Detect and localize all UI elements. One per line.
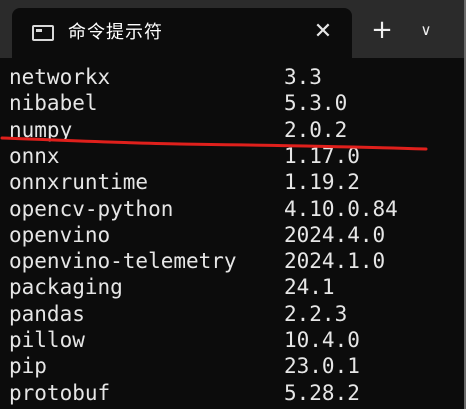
package-name: networkx (9, 65, 111, 89)
package-version: 2024.4.0 (284, 222, 386, 247)
package-version: 1.19.2 (284, 170, 360, 195)
package-name: pandas (9, 301, 85, 326)
package-name: nibabel (9, 91, 98, 116)
package-version: 4.10.0.84 (284, 196, 398, 221)
package-version: 2.2.3 (284, 301, 348, 326)
close-icon[interactable]: ✕ (310, 19, 336, 45)
package-version: 1.17.0 (284, 143, 360, 168)
package-version: 23.0.1 (284, 354, 360, 379)
package-name: opencv-python (9, 196, 174, 221)
package-version: 2024.1.0 (284, 249, 386, 274)
package-version: 2.0.2 (284, 117, 348, 142)
package-version: 24.1 (284, 275, 335, 300)
package-name: protobuf (9, 380, 111, 405)
package-version: 10.4.0 (284, 328, 360, 352)
package-name: pip (9, 354, 47, 379)
terminal-window: 命令提示符 ✕ + ∨ networkx 3.3 nibabel 5.3.0 numpy… (0, 0, 466, 409)
tab-title: 命令提示符 (68, 22, 163, 43)
console-output[interactable]: networkx 3.3 nibabel 5.3.0 numpy 2.0.2 onnx 1.1… (0, 58, 466, 409)
title-bar: 命令提示符 ✕ + ∨ (0, 0, 466, 58)
tab-command-prompt[interactable]: 命令提示符 ✕ (12, 8, 352, 58)
package-name: onnxruntime (9, 170, 149, 195)
package-version: 5.3.0 (284, 91, 348, 116)
package-version: 5.28.2 (284, 380, 360, 405)
new-tab-button[interactable]: + (368, 16, 396, 44)
package-name: onnx (9, 143, 60, 168)
package-name: packaging (9, 275, 123, 300)
package-name: numpy (9, 117, 73, 142)
chevron-down-icon[interactable]: ∨ (412, 16, 440, 44)
package-name: pillow (9, 328, 85, 352)
package-name: openvino (9, 222, 111, 247)
package-version: 3.3 (284, 65, 322, 89)
package-name: openvino-telemetry (9, 249, 237, 274)
terminal-icon (32, 25, 54, 41)
